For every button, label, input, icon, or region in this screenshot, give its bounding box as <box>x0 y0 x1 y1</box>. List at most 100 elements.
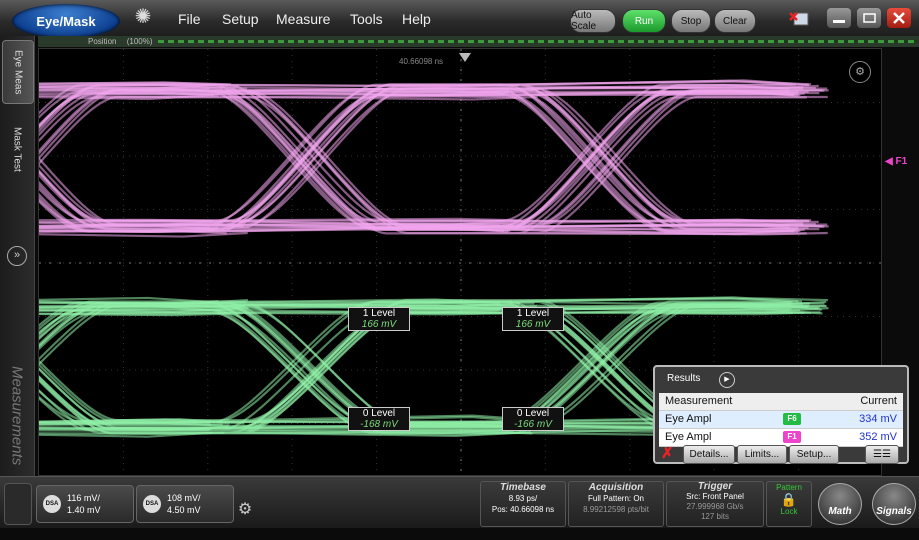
trigger-title: Trigger <box>697 481 733 492</box>
table-row[interactable]: Eye Ampl F6 334 mV <box>659 411 903 429</box>
signals-button[interactable]: Signals <box>872 483 916 525</box>
app-title: Eye/Mask <box>36 13 96 29</box>
table-layout-icon[interactable]: ☰☰ <box>865 445 899 464</box>
timebase-scale: 8.93 ps/ <box>508 494 538 503</box>
dsa-badge-icon: DSA <box>43 495 61 513</box>
f1-trace-marker[interactable]: ◀ F1 <box>885 156 907 167</box>
auto-scale-button[interactable]: Auto Scale <box>570 9 616 33</box>
results-header-row: Measurement Current <box>659 393 903 411</box>
eye-trace-path <box>39 86 804 225</box>
eye-trace-path <box>39 83 810 226</box>
eye-trace-path <box>39 95 828 238</box>
trigger-position-marker[interactable] <box>459 53 471 62</box>
run-button[interactable]: Run <box>622 9 666 33</box>
close-icon[interactable] <box>887 8 911 28</box>
details-button[interactable]: Details... <box>683 445 735 464</box>
position-label: Position <box>88 37 117 46</box>
eye-trace-path <box>39 90 805 236</box>
acquisition-pts-per-bit: 8.99212598 pts/bit <box>583 505 649 514</box>
limits-button[interactable]: Limits... <box>737 445 787 464</box>
menu-help[interactable]: Help <box>402 11 431 27</box>
acquisition-title: Acquisition <box>588 482 644 493</box>
ch1-offset: 1.40 mV <box>67 505 101 515</box>
eye-trace-path <box>39 86 828 226</box>
eye-trace-path <box>39 90 799 233</box>
stop-button[interactable]: Stop <box>671 9 711 33</box>
expand-panel-button[interactable]: » <box>7 246 27 266</box>
eye-trace-path <box>39 83 816 230</box>
acquisition-panel[interactable]: Acquisition Full Pattern: On 8.99212598 … <box>568 481 664 527</box>
timebase-position: Pos: 40.66098 ns <box>491 505 555 514</box>
timebase-title: Timebase <box>500 482 546 493</box>
menu-file[interactable]: File <box>178 11 201 27</box>
tab-eye-meas[interactable]: Eye Meas <box>2 40 34 104</box>
eye-trace-path <box>39 89 829 232</box>
restore-icon[interactable] <box>857 8 881 28</box>
dsa-badge-icon: DSA <box>143 495 161 513</box>
tab-mask-test[interactable]: Mask Test <box>2 118 32 180</box>
channel-1-control[interactable]: DSA 116 mV/1.40 mV <box>36 485 134 523</box>
header-measurement: Measurement <box>665 395 733 407</box>
source-badge: F1 <box>783 431 801 443</box>
one-level-label-left: 1 Level 166 mV <box>348 307 410 331</box>
eye-trace-path <box>39 88 820 231</box>
source-badge: F6 <box>783 413 801 425</box>
ch2-offset: 4.50 mV <box>167 505 201 515</box>
lock-icon: 🔒 <box>780 492 798 507</box>
results-table: Measurement Current Eye Ampl F6 334 mV E… <box>659 393 903 447</box>
pattern-lock-panel[interactable]: Pattern 🔒 Lock <box>766 481 812 527</box>
position-strip[interactable]: Position (100%) <box>38 36 919 47</box>
f1-eye-trace <box>39 79 829 238</box>
position-bar[interactable] <box>158 40 918 43</box>
eye-trace-path <box>39 87 799 232</box>
one-level-label-right: 1 Level 166 mV <box>502 307 564 331</box>
app-logo-button[interactable]: Eye/Mask <box>12 4 120 38</box>
position-zoom: (100%) <box>126 37 153 46</box>
tab-measurements[interactable]: Measurements <box>2 356 32 476</box>
timebase-panel[interactable]: Timebase 8.93 ps/ Pos: 40.66098 ns <box>480 481 566 527</box>
trigger-source: Src: Front Panel <box>686 492 744 501</box>
current-value: 334 mV <box>859 413 897 425</box>
eye-trace-path <box>39 89 795 233</box>
menu-setup[interactable]: Setup <box>222 11 259 27</box>
ch2-scale: 108 mV/ <box>167 493 201 503</box>
timestamp-readout: 40.66098 ns <box>399 57 444 66</box>
delete-measurement-icon[interactable]: ✗ <box>661 445 679 462</box>
eye-trace-path <box>39 86 823 228</box>
left-tab-strip: Eye Meas Mask Test » Measurements <box>0 36 35 476</box>
bottom-left-collapse-button[interactable] <box>4 483 32 525</box>
trigger-bits: 127 bits <box>700 512 730 521</box>
eye-trace-path <box>39 83 793 224</box>
lock-label: Lock <box>780 507 798 516</box>
status-bar: DSA 116 mV/1.40 mV DSA 108 mV/4.50 mV ⚙ … <box>0 476 919 528</box>
channel-2-control[interactable]: DSA 108 mV/4.50 mV <box>136 485 234 523</box>
eye-trace-path <box>39 95 807 235</box>
eye-trace-path <box>39 89 825 228</box>
eye-trace-path <box>39 86 809 229</box>
agilent-spark-icon: ✺ <box>134 6 152 28</box>
trigger-panel[interactable]: Trigger Src: Front Panel 27.999968 Gb/s … <box>666 481 764 527</box>
measurement-name: Eye Ampl <box>665 413 712 425</box>
gear-icon[interactable]: ⚙ <box>234 499 256 521</box>
header-current: Current <box>860 395 897 407</box>
menu-tools[interactable]: Tools <box>350 11 383 27</box>
network-status-icon[interactable] <box>788 9 810 29</box>
eye-trace-path <box>39 92 796 235</box>
clear-button[interactable]: Clear <box>714 9 756 33</box>
eye-trace-path <box>39 79 809 222</box>
wrench-icon[interactable]: ⚙ <box>849 61 871 83</box>
acquisition-pattern: Full Pattern: On <box>587 494 645 503</box>
zero-level-label-left: 0 Level -168 mV <box>348 407 410 431</box>
eye-trace-path <box>39 80 812 222</box>
menu-bar: Eye/Mask ✺ File Setup Measure Tools Help… <box>0 0 919 38</box>
current-value: 352 mV <box>859 431 897 443</box>
results-panel: Results ▶ Measurement Current Eye Ampl F… <box>653 365 909 464</box>
eye-trace-path <box>39 90 790 232</box>
minimize-icon[interactable] <box>827 8 851 28</box>
results-play-icon[interactable]: ▶ <box>719 372 735 388</box>
measurement-name: Eye Ampl <box>665 431 712 443</box>
setup-button[interactable]: Setup... <box>789 445 839 464</box>
eye-trace-path <box>39 83 804 231</box>
menu-measure[interactable]: Measure <box>276 11 330 27</box>
math-button[interactable]: Math <box>818 483 862 525</box>
